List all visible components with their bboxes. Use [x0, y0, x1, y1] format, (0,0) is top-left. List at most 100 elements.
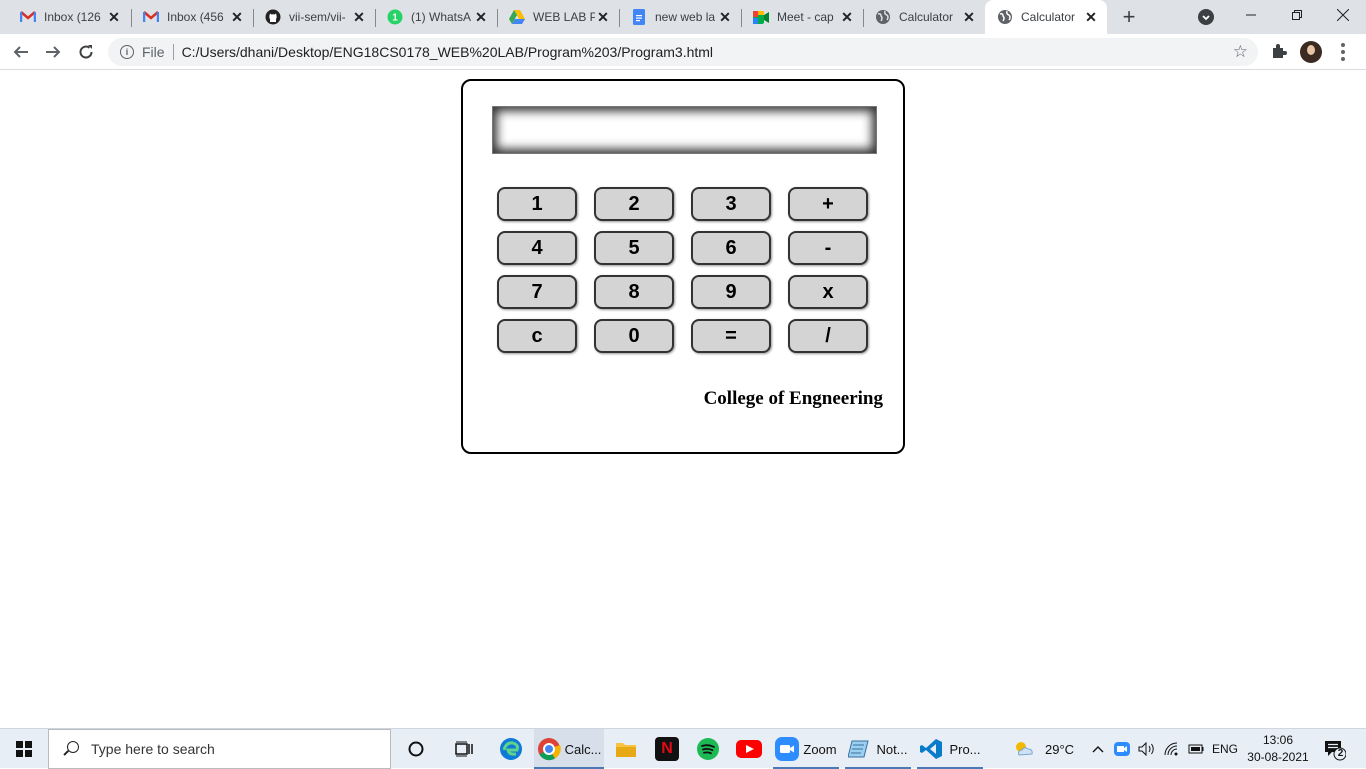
key-plus[interactable]: + — [788, 187, 868, 221]
key-1[interactable]: 1 — [497, 187, 577, 221]
svg-text:1: 1 — [392, 13, 398, 24]
close-icon[interactable]: ✕ — [351, 9, 367, 25]
cortana-circle-icon[interactable] — [400, 729, 432, 769]
tab-title: Calculator — [899, 10, 954, 24]
tab-strip: Inbox (126 ✕ Inbox (456 ✕ vii-sem/vii- ✕… — [0, 0, 1366, 34]
taskbar-search-box[interactable]: Type here to search — [48, 729, 391, 769]
spotify-icon[interactable] — [692, 729, 724, 769]
new-tab-button[interactable]: + — [1117, 4, 1141, 29]
forward-arrow-icon[interactable] — [41, 40, 65, 64]
edge-icon[interactable] — [494, 729, 528, 769]
google-meet-icon — [753, 9, 769, 25]
taskbar-app-label: Not... — [876, 741, 908, 757]
task-view-icon[interactable] — [448, 729, 480, 769]
tab-gmail-2[interactable]: Inbox (456 ✕ — [131, 0, 253, 34]
key-6[interactable]: 6 — [691, 231, 771, 265]
browser-toolbar: i File C:/Users/dhani/Desktop/ENG18CS017… — [0, 34, 1366, 70]
whatsapp-icon: 1 — [387, 9, 403, 25]
address-bar[interactable]: i File C:/Users/dhani/Desktop/ENG18CS017… — [108, 38, 1258, 66]
search-placeholder: Type here to search — [91, 741, 215, 757]
close-icon[interactable]: ✕ — [229, 9, 245, 25]
divider — [172, 44, 174, 60]
show-hidden-icons-chevron-icon[interactable] — [1092, 729, 1104, 769]
system-clock[interactable]: 13:06 30-08-2021 — [1244, 732, 1312, 766]
key-0[interactable]: 0 — [594, 319, 674, 353]
info-icon[interactable]: i — [120, 45, 134, 59]
taskbar-app-label: Pro... — [949, 741, 981, 757]
windows-start-icon[interactable] — [0, 729, 48, 769]
key-equals[interactable]: = — [691, 319, 771, 353]
notification-count: 2 — [1337, 748, 1344, 759]
url-text[interactable]: C:/Users/dhani/Desktop/ENG18CS0178_WEB%2… — [182, 44, 713, 60]
key-clear[interactable]: c — [497, 319, 577, 353]
tab-docs[interactable]: new web la ✕ — [619, 0, 741, 34]
notification-center-icon[interactable]: 2 — [1324, 739, 1347, 761]
file-explorer-icon[interactable] — [610, 729, 642, 769]
window-close-icon[interactable] — [1320, 0, 1366, 30]
profile-avatar[interactable] — [1300, 41, 1322, 63]
tab-calculator-active[interactable]: Calculator ✕ — [985, 0, 1107, 34]
volume-icon[interactable] — [1138, 729, 1156, 769]
tab-web-lab[interactable]: WEB LAB P ✕ — [497, 0, 619, 34]
minimize-icon[interactable] — [1228, 0, 1274, 30]
taskbar-app-vscode[interactable]: Pro... — [917, 729, 983, 769]
restore-icon[interactable] — [1274, 0, 1320, 30]
key-4[interactable]: 4 — [497, 231, 577, 265]
key-minus[interactable]: - — [788, 231, 868, 265]
weather-widget[interactable]: 29°C — [1013, 729, 1074, 769]
clock-time: 13:06 — [1262, 733, 1294, 747]
notepad-icon — [848, 740, 870, 758]
key-7[interactable]: 7 — [497, 275, 577, 309]
tab-meet[interactable]: Meet - cap ✕ — [741, 0, 863, 34]
key-2[interactable]: 2 — [594, 187, 674, 221]
reload-icon[interactable] — [74, 40, 98, 64]
calculator-panel: 1 2 3 + 4 5 6 - 7 8 9 x c 0 = / College … — [461, 79, 905, 454]
tab-github[interactable]: vii-sem/vii- ✕ — [253, 0, 375, 34]
close-icon[interactable]: ✕ — [961, 9, 977, 25]
close-icon[interactable]: ✕ — [473, 9, 489, 25]
extensions-puzzle-icon[interactable] — [1270, 42, 1288, 60]
vscode-icon — [920, 739, 943, 759]
tab-title: Calculator — [1021, 10, 1076, 24]
tab-title: (1) WhatsA — [411, 10, 472, 24]
close-icon[interactable]: ✕ — [839, 9, 855, 25]
clock-date: 30-08-2021 — [1247, 750, 1309, 764]
back-arrow-icon[interactable] — [9, 40, 33, 64]
globe-icon — [997, 9, 1013, 25]
globe-icon — [875, 9, 891, 25]
bookmark-star-icon[interactable]: ☆ — [1233, 42, 1248, 62]
taskbar-app-label: Zoom — [803, 741, 837, 757]
taskbar-app-chrome[interactable]: Calc... — [534, 729, 604, 769]
close-icon[interactable]: ✕ — [595, 9, 611, 25]
browser-menu-icon[interactable] — [1341, 43, 1345, 61]
battery-icon[interactable] — [1186, 729, 1204, 769]
tab-whatsapp[interactable]: 1 (1) WhatsA ✕ — [375, 0, 497, 34]
search-icon — [63, 741, 79, 757]
zoom-icon — [775, 737, 800, 761]
key-5[interactable]: 5 — [594, 231, 674, 265]
key-multiply[interactable]: x — [788, 275, 868, 309]
close-icon[interactable]: ✕ — [106, 9, 122, 25]
windows-taskbar: Type here to search Calc... N Zoom Not..… — [0, 728, 1366, 769]
calculator-display[interactable] — [492, 106, 877, 154]
netflix-icon[interactable]: N — [652, 729, 682, 769]
key-9[interactable]: 9 — [691, 275, 771, 309]
tab-gmail-1[interactable]: Inbox (126 ✕ — [8, 0, 130, 34]
key-divide[interactable]: / — [788, 319, 868, 353]
tab-title: Inbox (456 — [167, 10, 224, 24]
meet-tray-icon[interactable] — [1114, 729, 1130, 769]
tab-search-icon[interactable] — [1198, 9, 1214, 25]
close-icon[interactable]: ✕ — [717, 9, 733, 25]
wifi-icon[interactable] — [1164, 729, 1180, 769]
youtube-icon[interactable] — [733, 729, 765, 769]
language-indicator[interactable]: ENG — [1212, 729, 1238, 769]
github-icon — [265, 9, 281, 25]
tab-title: Inbox (126 — [44, 10, 101, 24]
key-3[interactable]: 3 — [691, 187, 771, 221]
tab-calculator-1[interactable]: Calculator ✕ — [863, 0, 985, 34]
taskbar-app-notepad[interactable]: Not... — [845, 729, 911, 769]
weather-temp: 29°C — [1045, 741, 1075, 757]
close-icon[interactable]: ✕ — [1083, 9, 1099, 25]
key-8[interactable]: 8 — [594, 275, 674, 309]
taskbar-app-zoom[interactable]: Zoom — [773, 729, 839, 769]
